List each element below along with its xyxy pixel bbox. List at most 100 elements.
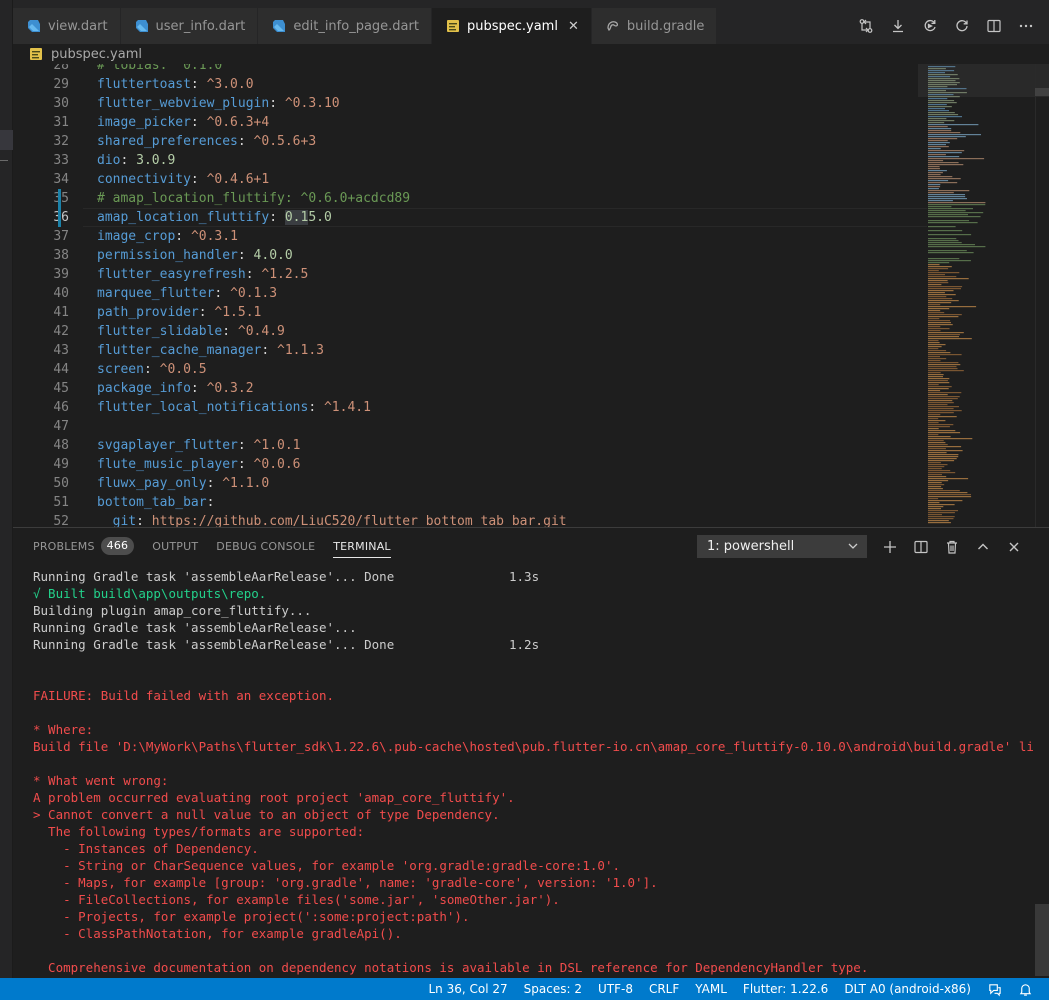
feedback-icon[interactable] xyxy=(979,978,1010,1000)
terminal-output[interactable]: Running Gradle task 'assembleAarRelease'… xyxy=(33,568,1033,978)
git-compare-icon[interactable] xyxy=(857,17,875,35)
minimap-line xyxy=(928,226,956,228)
minimap-line xyxy=(928,326,941,328)
line-number: 49 xyxy=(53,457,69,472)
tab-view-dart[interactable]: view.dart xyxy=(13,8,121,44)
minimap-line xyxy=(928,478,969,480)
code-line: # amap_location_fluttify: ^0.6.0+acdcd89 xyxy=(97,191,411,206)
git-modified-marker[interactable] xyxy=(58,208,61,227)
download-icon[interactable] xyxy=(889,17,907,35)
minimap-line xyxy=(928,320,951,322)
line-number: 48 xyxy=(53,438,69,453)
terminal-line: Build file 'D:\MyWork\Paths\flutter_sdk\… xyxy=(33,739,1033,754)
line-number: 42 xyxy=(53,324,69,339)
tab-terminal[interactable]: TERMINAL xyxy=(333,528,391,564)
minimap-line xyxy=(928,186,941,188)
terminal-select[interactable]: 1: powershell xyxy=(697,535,867,558)
tab-output[interactable]: OUTPUT xyxy=(152,528,198,564)
minimap-line xyxy=(928,164,964,166)
minimap-line xyxy=(928,428,939,430)
close-icon[interactable]: ✕ xyxy=(568,19,579,34)
minimap-line xyxy=(928,328,950,330)
editor-scrollbar-thumb[interactable] xyxy=(1035,88,1049,96)
minimap-line xyxy=(928,208,973,210)
flutter-version[interactable]: Flutter: 1.22.6 xyxy=(735,978,836,1000)
split-terminal-icon[interactable] xyxy=(912,538,930,556)
minimap-line xyxy=(928,194,965,196)
encoding[interactable]: UTF-8 xyxy=(590,978,641,1000)
terminal-scrollbar-thumb[interactable] xyxy=(1035,904,1049,976)
terminal-line: √ Built build\app\outputs\repo. xyxy=(33,586,267,601)
breadcrumb-file[interactable]: pubspec.yaml xyxy=(51,47,142,62)
minimap-line xyxy=(928,144,946,146)
git-modified-marker[interactable] xyxy=(58,189,61,208)
title-strip xyxy=(13,0,1049,8)
cursor-position[interactable]: Ln 36, Col 27 xyxy=(421,978,516,1000)
terminal-scrollbar[interactable] xyxy=(1035,564,1049,978)
minimap-line xyxy=(928,300,959,302)
tab-build-gradle[interactable]: build.gradle xyxy=(591,8,718,44)
minimap-line xyxy=(928,304,941,306)
editor-actions xyxy=(857,8,1035,44)
dart-icon xyxy=(27,19,41,33)
minimap-line xyxy=(928,290,954,292)
minimap-line xyxy=(928,310,941,312)
terminal-line: Running Gradle task 'assembleAarRelease'… xyxy=(33,569,540,584)
minimap-line xyxy=(928,272,960,274)
minimap-line xyxy=(928,210,966,212)
tab-pubspec-yaml[interactable]: pubspec.yaml ✕ xyxy=(431,8,592,44)
trash-icon[interactable] xyxy=(943,538,961,556)
minimap-line xyxy=(928,368,958,370)
notifications-bell-icon[interactable] xyxy=(1010,978,1041,1000)
chevron-up-icon[interactable] xyxy=(974,538,992,556)
minimap-line xyxy=(928,276,957,278)
minimap-line xyxy=(928,170,947,172)
line-ending[interactable]: CRLF xyxy=(641,978,687,1000)
new-terminal-icon[interactable] xyxy=(881,538,899,556)
minimap-line xyxy=(928,420,946,422)
minimap-line xyxy=(928,462,941,464)
activity-bar-marker xyxy=(0,160,8,161)
minimap-line xyxy=(928,138,958,140)
minimap-line xyxy=(928,296,947,298)
minimap-line xyxy=(928,408,954,410)
minimap-line xyxy=(928,196,966,198)
device-selector[interactable]: DLT A0 (android-x86) xyxy=(836,978,979,1000)
tab-user-info-dart[interactable]: user_info.dart xyxy=(120,8,259,44)
language-mode[interactable]: YAML xyxy=(687,978,735,1000)
minimap-canvas xyxy=(928,66,986,524)
minimap-line xyxy=(928,110,949,112)
minimap-line xyxy=(928,510,958,512)
minimap-line xyxy=(928,380,948,382)
code-line: fluttertoast: ^3.0.0 xyxy=(97,77,254,92)
minimap-line xyxy=(928,452,947,454)
more-actions-icon[interactable] xyxy=(1017,17,1035,35)
minimap-line xyxy=(928,418,939,420)
minimap[interactable] xyxy=(918,64,1049,527)
tab-debug-console[interactable]: DEBUG CONSOLE xyxy=(216,528,315,564)
editor-scrollbar[interactable] xyxy=(1035,64,1049,527)
refresh-icon[interactable] xyxy=(921,17,939,35)
minimap-line xyxy=(928,112,955,114)
code-line: dio: 3.0.9 xyxy=(97,153,176,168)
minimap-line xyxy=(928,362,959,364)
tab-edit-info-page-dart[interactable]: edit_info_page.dart xyxy=(258,8,432,44)
line-number: 41 xyxy=(53,305,69,320)
minimap-line xyxy=(928,504,955,506)
code-area[interactable]: # tobias: ^0.1.0 fluttertoast: ^3.0.0 flut… xyxy=(97,64,927,527)
code-line: image_crop: ^0.3.1 xyxy=(97,229,238,244)
split-editor-icon[interactable] xyxy=(985,17,1003,35)
code-line: git: https://github.com/LiuC520/flutter_… xyxy=(97,514,567,527)
minimap-line xyxy=(928,344,946,346)
minimap-line xyxy=(928,114,959,116)
code-editor[interactable]: 28 29 30 31 32 33 34 35 36 37 38 39 40 41 42 43 44 45 46 47… xyxy=(13,64,1049,527)
indentation[interactable]: Spaces: 2 xyxy=(516,978,590,1000)
tab-problems[interactable]: PROBLEMS 466 xyxy=(33,528,135,564)
restart-icon[interactable] xyxy=(953,17,971,35)
minimap-slider[interactable] xyxy=(918,64,1049,97)
minimap-line xyxy=(928,206,952,208)
minimap-line xyxy=(928,122,945,124)
close-icon[interactable] xyxy=(1005,538,1023,556)
minimap-line xyxy=(928,234,972,236)
minimap-line xyxy=(928,260,971,262)
